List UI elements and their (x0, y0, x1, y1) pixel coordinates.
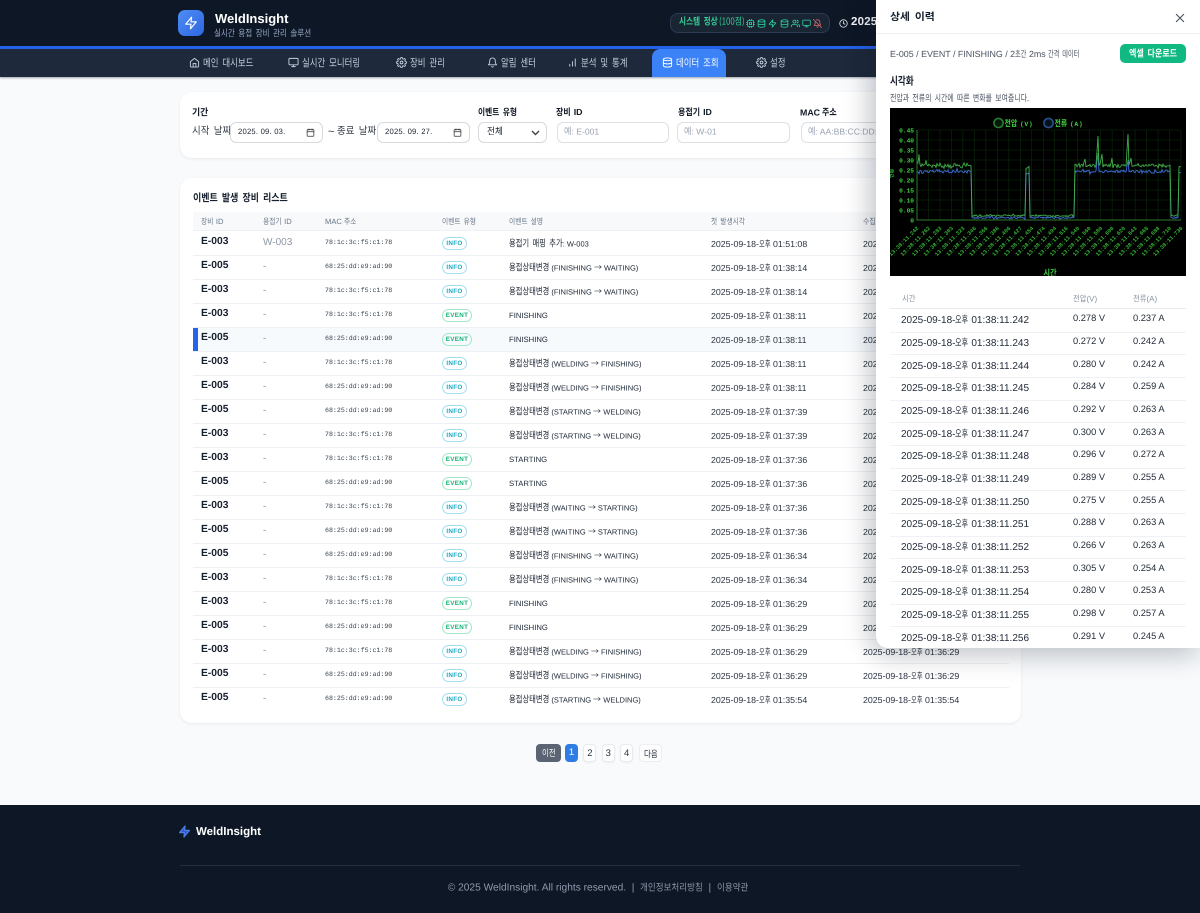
svg-text:0.30: 0.30 (899, 157, 914, 164)
svg-text:0.40: 0.40 (899, 137, 914, 144)
svg-text:0.45: 0.45 (899, 127, 914, 134)
svg-text:(V): (V) (1020, 121, 1033, 128)
svg-text:0.20: 0.20 (899, 177, 914, 184)
svg-text:0: 0 (910, 217, 914, 224)
svg-text:0.25: 0.25 (899, 167, 914, 174)
svg-text:(A): (A) (1070, 121, 1083, 128)
svg-text:0.10: 0.10 (899, 197, 914, 204)
svg-text:0.35: 0.35 (899, 147, 914, 154)
svg-text:0.15: 0.15 (899, 187, 914, 194)
svg-text:0.05: 0.05 (899, 207, 914, 214)
